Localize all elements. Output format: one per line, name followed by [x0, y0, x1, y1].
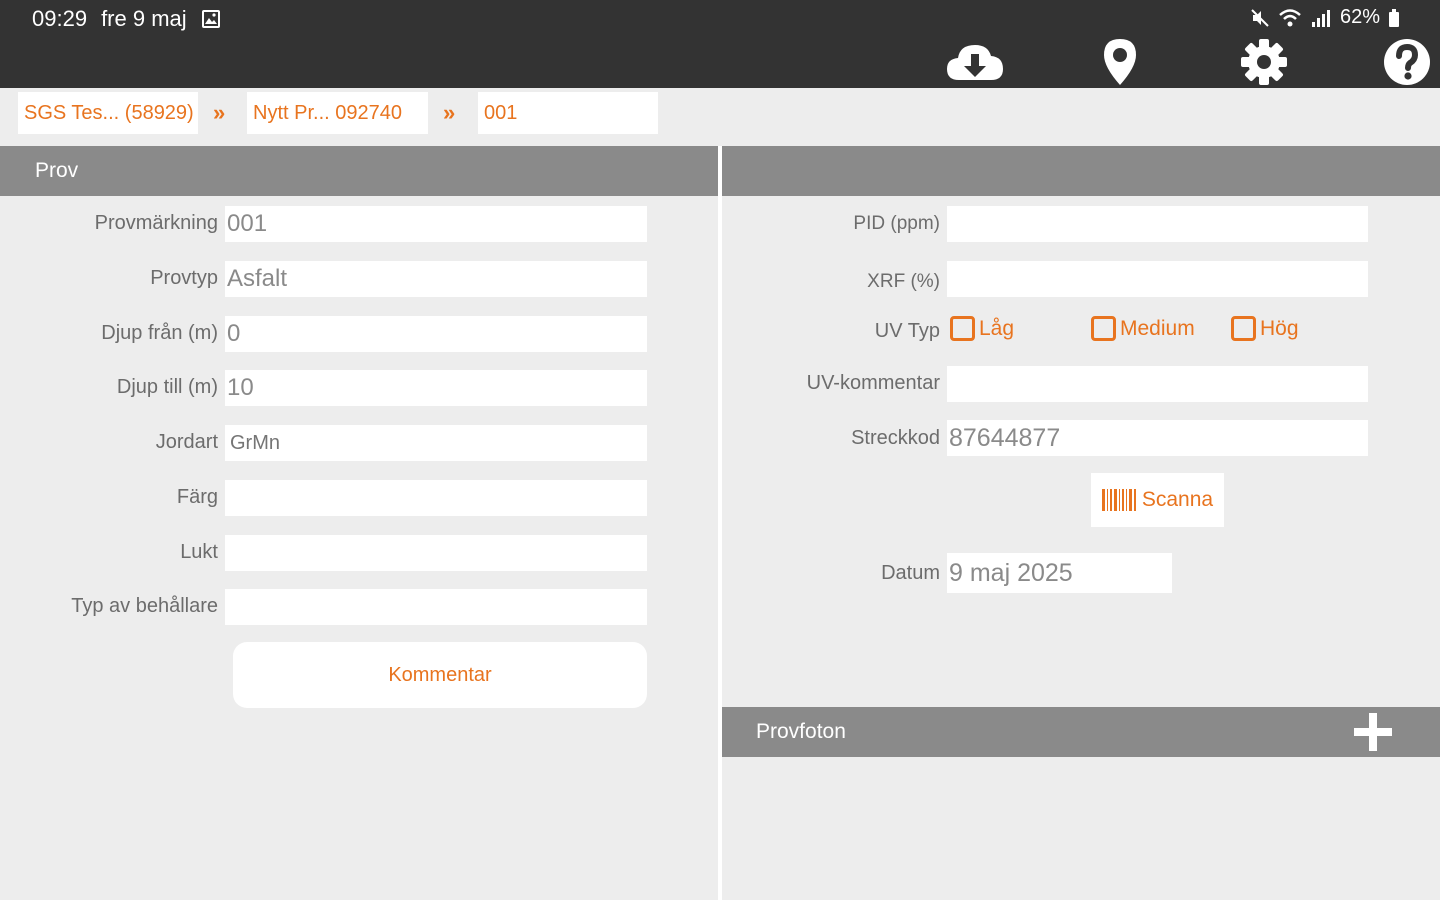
provfoton-title: Provfoton [756, 720, 846, 743]
breadcrumb-separator: » [443, 100, 456, 125]
help-icon[interactable] [1377, 36, 1437, 88]
jordart-field[interactable] [225, 425, 647, 461]
farg-label: Färg [176, 486, 218, 508]
jordart-label: Jordart [155, 431, 218, 453]
kommentar-button[interactable]: Kommentar [233, 642, 647, 708]
checkbox-box[interactable] [1091, 316, 1116, 341]
signal-icon [1311, 9, 1330, 27]
top-bar: 09:29 fre 9 maj 62% [0, 0, 1440, 88]
prov-section-header: Prov [0, 146, 718, 196]
kommentar-button-label: Kommentar [388, 663, 492, 686]
barcode-icon [1101, 489, 1136, 511]
typ-av-behallare-field[interactable] [225, 589, 647, 625]
pid-field[interactable] [947, 206, 1368, 242]
provmarkning-label: Provmärkning [94, 212, 218, 234]
uv-kommentar-field[interactable] [947, 366, 1368, 402]
image-notification-icon [201, 10, 220, 28]
breadcrumb-item-sample[interactable]: 001 [478, 92, 658, 134]
uv-lag-checkbox[interactable]: Låg [950, 316, 1014, 341]
uv-typ-label: UV Typ [874, 320, 940, 342]
typ-av-behallare-label: Typ av behållare [71, 595, 218, 617]
farg-field[interactable] [225, 480, 647, 516]
measurements-section-header [722, 146, 1440, 196]
datum-label: Datum [881, 562, 940, 584]
provmarkning-field[interactable] [225, 206, 647, 242]
uv-kommentar-label: UV-kommentar [806, 372, 940, 394]
provtyp-label: Provtyp [150, 267, 218, 289]
streckkod-field[interactable] [947, 420, 1368, 456]
breadcrumb-item-project[interactable]: SGS Tes... (58929) [18, 92, 198, 134]
uv-hog-label: Hög [1260, 316, 1299, 340]
scanna-label: Scanna [1141, 488, 1214, 511]
uv-lag-label: Låg [979, 316, 1015, 340]
prov-section-title: Prov [35, 159, 79, 182]
battery-icon [1389, 8, 1399, 27]
cloud-download-icon[interactable] [945, 36, 1005, 88]
streckkod-label: Streckkod [851, 427, 940, 449]
xrf-label: XRF (%) [867, 271, 940, 292]
provfoton-section-header: Provfoton [722, 707, 1440, 757]
checkbox-box[interactable] [1231, 316, 1256, 341]
xrf-field[interactable] [947, 261, 1368, 297]
wifi-icon [1279, 8, 1301, 26]
datum-field[interactable] [947, 553, 1172, 593]
status-bar-left: 09:29 fre 9 maj [32, 6, 221, 32]
breadcrumb-item-point[interactable]: Nytt Pr... 092740 [247, 92, 428, 134]
breadcrumb: SGS Tes... (58929) » Nytt Pr... 092740 »… [0, 90, 1440, 146]
lukt-label: Lukt [180, 541, 218, 563]
mute-icon [1251, 8, 1269, 27]
panel-divider [718, 146, 722, 900]
status-date: fre 9 maj [101, 6, 187, 31]
djup-till-label: Djup till (m) [116, 376, 218, 398]
location-pin-icon[interactable] [1090, 36, 1150, 88]
provtyp-field[interactable] [225, 261, 647, 297]
battery-level: 62% [1339, 6, 1380, 28]
djup-fran-label: Djup från (m) [101, 322, 218, 344]
gear-icon[interactable] [1234, 36, 1294, 88]
pid-label: PID (ppm) [853, 213, 940, 234]
lukt-field[interactable] [225, 535, 647, 571]
breadcrumb-separator: » [213, 100, 226, 125]
djup-fran-field[interactable] [225, 316, 647, 352]
uv-medium-label: Medium [1120, 316, 1195, 340]
djup-till-field[interactable] [225, 370, 647, 406]
status-time: 09:29 [32, 6, 88, 31]
status-bar-right: 62% [1250, 6, 1400, 29]
checkbox-box[interactable] [950, 316, 975, 341]
scanna-button[interactable]: Scanna [1091, 473, 1224, 527]
plus-icon[interactable] [1352, 711, 1394, 753]
uv-hog-checkbox[interactable]: Hög [1231, 316, 1299, 341]
uv-medium-checkbox[interactable]: Medium [1091, 316, 1195, 341]
